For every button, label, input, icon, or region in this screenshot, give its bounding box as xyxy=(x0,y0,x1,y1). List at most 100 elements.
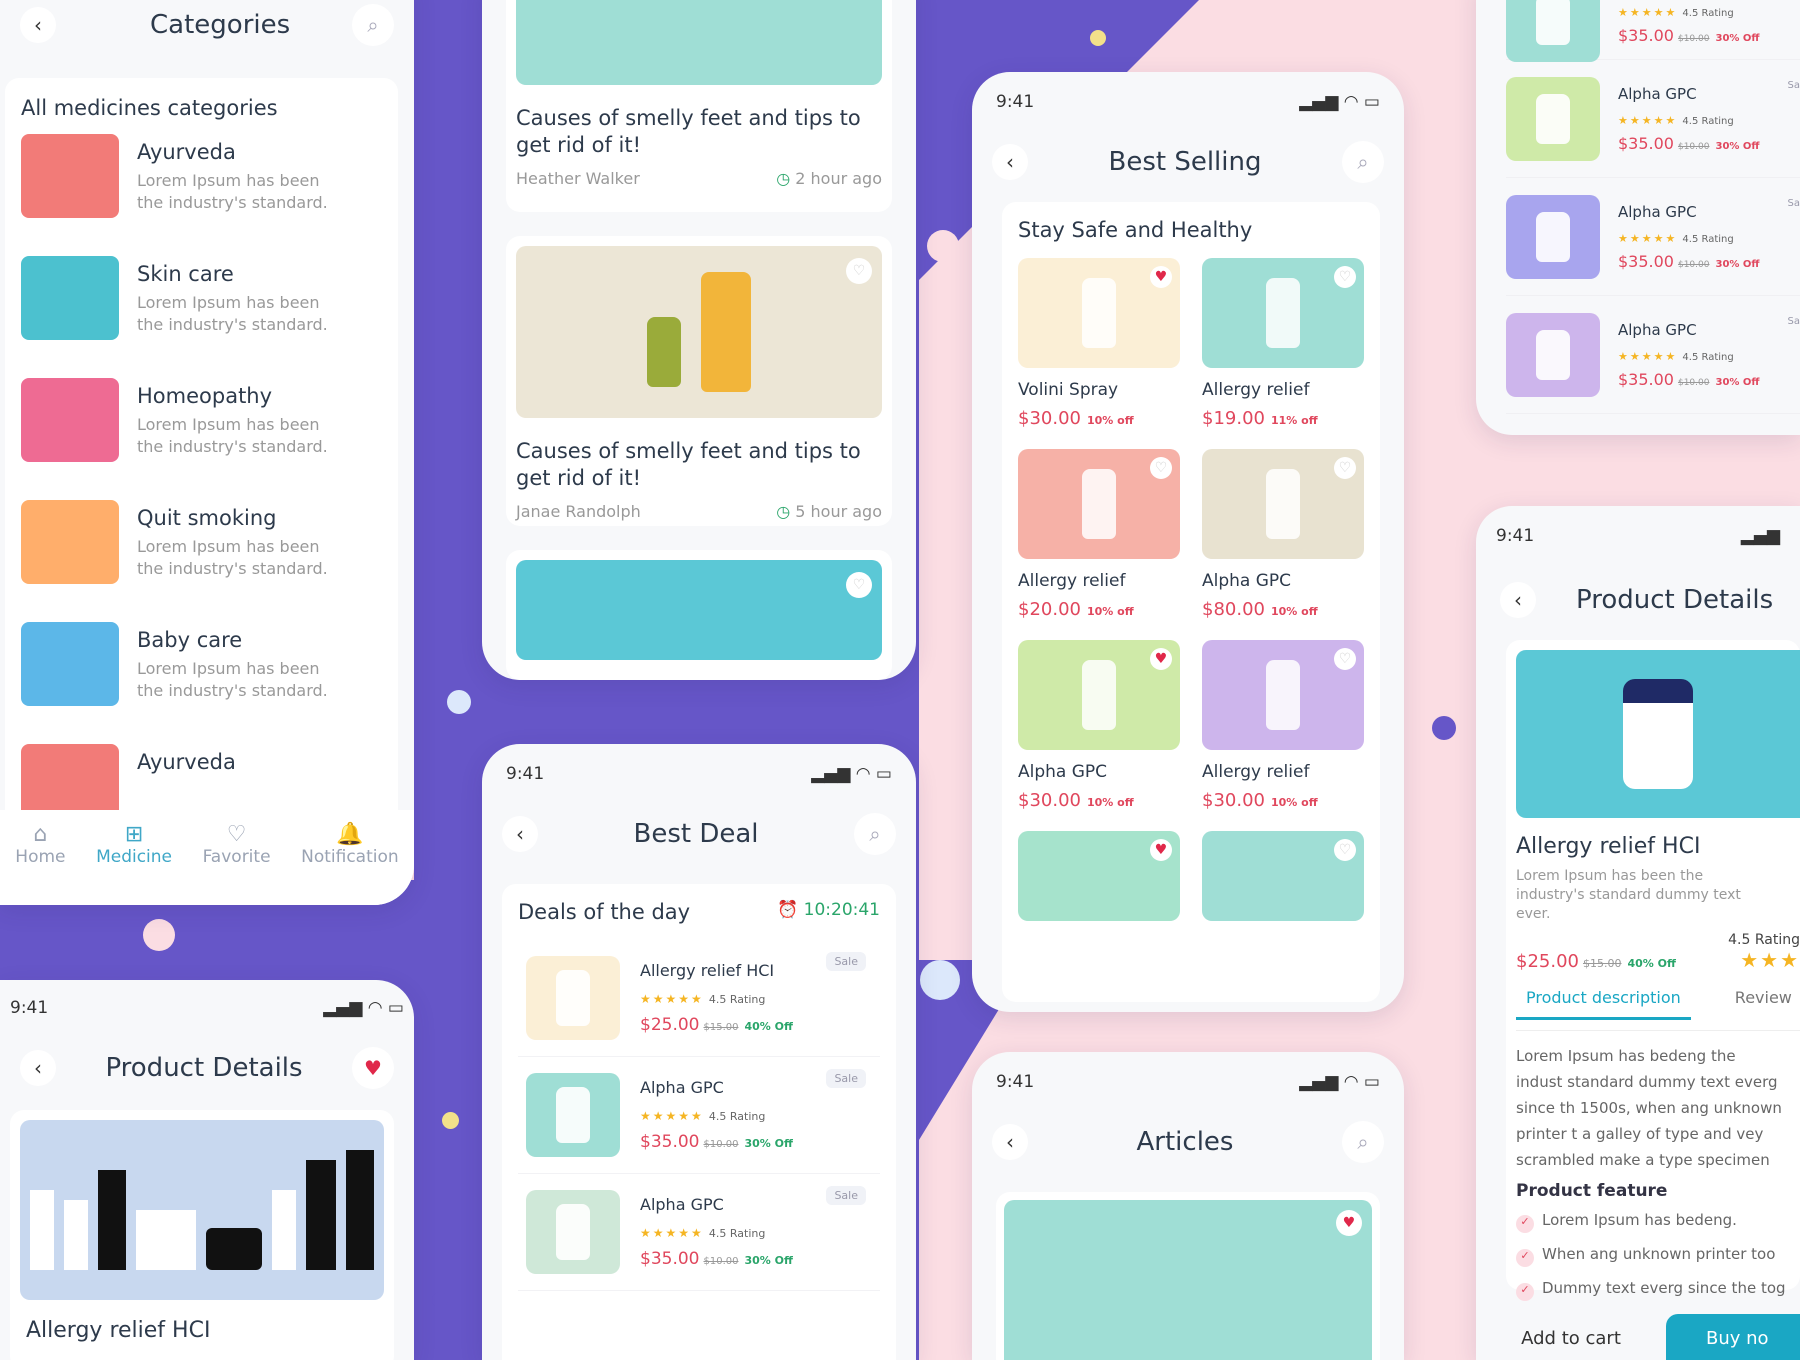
status-time: 9:41 xyxy=(996,92,1035,112)
heart-outline-icon[interactable]: ♡ xyxy=(1334,648,1356,670)
star-icons: ★★★★★ xyxy=(640,1109,704,1123)
product-price: $80.00 xyxy=(1202,599,1265,620)
sale-badge: Sa xyxy=(1787,80,1800,91)
product-tile[interactable]: ♡ Alpha GPC $80.00 10% off xyxy=(1202,449,1364,620)
discount: 30% Off xyxy=(1715,376,1760,388)
deal-row[interactable]: Alpha GPC ★★★★★ 4.5 Rating $35.00 $10.00 3… xyxy=(518,1174,880,1291)
heart-icon: ♡ xyxy=(226,822,247,847)
product-row[interactable]: Alpha GPC ★★★★★ 4.5 Rating $35.00 $10.00 3… xyxy=(1506,296,1800,414)
tab-review[interactable]: Review xyxy=(1735,988,1792,1020)
category-item[interactable]: Homeopathy Lorem Ipsum has been the indu… xyxy=(21,378,382,462)
search-icon[interactable]: ⌕ xyxy=(1342,1121,1384,1163)
sale-badge: Sa xyxy=(1787,316,1800,327)
article-card[interactable]: ♥ xyxy=(996,1192,1380,1360)
status-time: 9:41 xyxy=(506,764,545,784)
heart-filled-icon[interactable]: ♥ xyxy=(1150,648,1172,670)
star-icons: ★★★★★ xyxy=(640,992,704,1006)
articles-screen: 9:41 ▂▄▆ ◠ ▭ ‹ Articles ⌕ ♥ xyxy=(972,1052,1404,1360)
product-price: $35.00 xyxy=(1618,25,1674,45)
star-icons: ★★★★★ xyxy=(1618,5,1678,19)
category-item[interactable]: Baby care Lorem Ipsum has been the indus… xyxy=(21,622,382,706)
category-item[interactable]: Quit smoking Lorem Ipsum has been the in… xyxy=(21,500,382,584)
product-row[interactable]: ★★★★★ 4.5 Rating $35.00 $10.00 30% Off xyxy=(1506,0,1800,62)
heart-outline-icon[interactable]: ♡ xyxy=(1334,266,1356,288)
nav-favorite[interactable]: ♡ Favorite xyxy=(203,822,271,905)
product-row[interactable]: Alpha GPC ★★★★★ 4.5 Rating $35.00 $10.00 3… xyxy=(1506,60,1800,178)
heart-filled-icon[interactable]: ♥ xyxy=(1150,839,1172,861)
discount: 10% off xyxy=(1086,414,1134,427)
heart-outline-icon[interactable]: ♡ xyxy=(1334,457,1356,479)
decor-dot xyxy=(1432,716,1456,740)
discount: 10% off xyxy=(1270,605,1318,618)
product-name: Alpha GPC xyxy=(640,1078,724,1097)
feature-item: Lorem Ipsum has bedeng. xyxy=(1542,1211,1737,1229)
search-icon[interactable]: ⌕ xyxy=(352,4,394,46)
page-title: Product Details xyxy=(1576,585,1774,615)
product-tile[interactable]: ♥ Volini Spray $30.00 10% off xyxy=(1018,258,1180,429)
deal-row[interactable]: Allergy relief HCI ★★★★★ 4.5 Rating $25.… xyxy=(518,940,880,1057)
category-icon xyxy=(21,256,119,340)
product-tile[interactable]: ♥ Alpha GPC $30.00 10% off xyxy=(1018,640,1180,811)
old-price: $10.00 xyxy=(1677,33,1710,44)
rating-label: 4.5 Rating xyxy=(1682,233,1734,245)
search-icon[interactable]: ⌕ xyxy=(853,813,896,855)
old-price: $15.00 xyxy=(703,1022,739,1033)
back-button[interactable]: ‹ xyxy=(1500,582,1536,618)
product-row[interactable]: Alpha GPC ★★★★★ 4.5 Rating $35.00 $10.00 3… xyxy=(1506,178,1800,296)
check-icon: ✓ xyxy=(1516,1283,1534,1301)
status-icons: ▂▄▆ xyxy=(1740,526,1780,546)
article-image xyxy=(516,0,882,85)
tab-description[interactable]: Product description xyxy=(1516,988,1691,1020)
heart-outline-icon[interactable]: ♡ xyxy=(1150,457,1172,479)
heart-filled-icon[interactable]: ♥ xyxy=(1150,266,1172,288)
product-price: $35.00 xyxy=(1618,251,1674,271)
discount: 30% Off xyxy=(744,1254,793,1267)
back-button[interactable]: ‹ xyxy=(20,1050,56,1086)
product-image: ♥ xyxy=(1018,258,1180,368)
article-card[interactable]: Causes of smelly feet and tips to get ri… xyxy=(506,0,892,212)
rating-label: 4.5 Rating xyxy=(708,1227,766,1240)
category-name: Skin care xyxy=(137,262,234,286)
product-image xyxy=(1516,650,1800,818)
status-icons: ▂▄▆ ◠ ▭ xyxy=(811,764,892,784)
heart-outline-icon[interactable]: ♡ xyxy=(1334,839,1356,861)
heart-filled-icon[interactable]: ♥ xyxy=(352,1047,394,1089)
alarm-icon: ⏰ xyxy=(777,900,799,920)
products-card: Stay Safe and Healthy ♥ Volini Spray $30… xyxy=(1002,202,1380,1002)
favorite-icon[interactable]: ♡ xyxy=(846,258,872,284)
product-tile[interactable]: ♡ Allergy relief $19.00 11% off xyxy=(1202,258,1364,429)
buy-now-button[interactable]: Buy no xyxy=(1666,1314,1800,1360)
back-button[interactable]: ‹ xyxy=(502,816,538,852)
status-time: 9:41 xyxy=(10,998,49,1018)
product-image: ♡ xyxy=(1202,640,1364,750)
category-icon xyxy=(21,622,119,706)
deal-row[interactable]: Alpha GPC ★★★★★ 4.5 Rating $35.00 $10.00 3… xyxy=(518,1057,880,1174)
product-price: $35.00 xyxy=(640,1249,700,1269)
back-button[interactable]: ‹ xyxy=(992,1124,1028,1160)
article-card[interactable]: ♡ xyxy=(506,550,892,680)
back-button[interactable]: ‹ xyxy=(992,144,1028,180)
product-image xyxy=(1506,0,1600,62)
product-name: Allergy relief xyxy=(1018,571,1126,591)
feature-title: Product feature xyxy=(1516,1181,1668,1201)
product-tile[interactable]: ♡ Allergy relief $30.00 10% off xyxy=(1202,640,1364,811)
article-time: 5 hour ago xyxy=(795,502,882,521)
category-item[interactable]: Skin care Lorem Ipsum has been the indus… xyxy=(21,256,382,340)
product-tile[interactable]: ♡ Allergy relief $20.00 10% off xyxy=(1018,449,1180,620)
add-to-cart-button[interactable]: Add to cart xyxy=(1476,1314,1666,1360)
category-desc: Lorem Ipsum has been the industry's stan… xyxy=(137,537,328,578)
article-image: ♥ xyxy=(1004,1200,1372,1360)
category-item[interactable]: Ayurveda Lorem Ipsum has been the indust… xyxy=(21,134,382,218)
product-name: Allergy relief HCI xyxy=(640,961,775,980)
nav-home[interactable]: ⌂ Home xyxy=(15,822,65,905)
nav-medicine[interactable]: ⊞ Medicine xyxy=(96,822,172,905)
product-name: Alpha GPC xyxy=(1202,571,1292,591)
category-desc: Lorem Ipsum has been the industry's stan… xyxy=(137,415,328,456)
search-icon[interactable]: ⌕ xyxy=(1342,141,1384,183)
nav-notification[interactable]: 🔔 Notification xyxy=(301,822,399,905)
product-image xyxy=(1506,312,1600,397)
favorite-icon[interactable]: ♡ xyxy=(846,572,872,598)
heart-filled-icon[interactable]: ♥ xyxy=(1336,1210,1362,1236)
article-card[interactable]: ♡ Causes of smelly feet and tips to get … xyxy=(506,236,892,526)
back-button[interactable]: ‹ xyxy=(20,7,56,43)
